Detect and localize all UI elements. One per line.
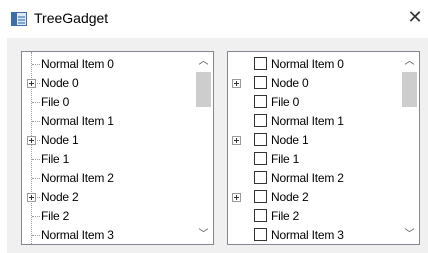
scroll-up-arrow-icon[interactable]: ︿ bbox=[194, 52, 213, 71]
scroll-thumb[interactable] bbox=[196, 72, 211, 107]
tree-connector-branch bbox=[32, 216, 40, 217]
tree-item[interactable]: Normal Item 2 bbox=[22, 169, 194, 188]
tree-items-right: Normal Item 0 Node 0 File 0 Normal Item 1 No… bbox=[228, 52, 400, 244]
tree-item[interactable]: Normal Item 2 bbox=[228, 169, 400, 188]
expand-plus-icon[interactable] bbox=[27, 79, 36, 88]
tree-item[interactable]: File 0 bbox=[228, 93, 400, 112]
item-checkbox[interactable] bbox=[254, 152, 267, 165]
expand-plus-icon[interactable] bbox=[232, 136, 241, 145]
scroll-thumb[interactable] bbox=[402, 72, 417, 107]
item-checkbox[interactable] bbox=[254, 209, 267, 222]
tree-connector-branch bbox=[37, 83, 40, 84]
tree-item-label: Node 2 bbox=[41, 190, 79, 204]
item-checkbox[interactable] bbox=[254, 133, 267, 146]
expand-plus-icon[interactable] bbox=[27, 136, 36, 145]
item-checkbox[interactable] bbox=[254, 190, 267, 203]
tree-item-label: Normal Item 0 bbox=[271, 57, 344, 71]
tree-connector-branch bbox=[32, 121, 40, 122]
tree-connector-branch bbox=[32, 178, 40, 179]
tree-node[interactable]: Node 1 bbox=[228, 131, 400, 150]
item-checkbox[interactable] bbox=[254, 76, 267, 89]
scroll-down-arrow-icon[interactable]: ﹀ bbox=[194, 225, 213, 244]
tree-item[interactable]: Normal Item 3 bbox=[22, 226, 194, 244]
item-checkbox[interactable] bbox=[254, 95, 267, 108]
app-window-icon bbox=[11, 12, 27, 26]
tree-item[interactable]: Normal Item 1 bbox=[22, 112, 194, 131]
close-button[interactable]: ✕ bbox=[404, 6, 426, 30]
tree-connector-branch bbox=[32, 159, 40, 160]
tree-item-label: File 1 bbox=[271, 152, 300, 166]
scroll-up-arrow-icon[interactable]: ︿ bbox=[400, 52, 419, 71]
tree-node[interactable]: Node 0 bbox=[22, 74, 194, 93]
tree-connector-branch bbox=[32, 102, 40, 103]
tree-item[interactable]: File 1 bbox=[228, 150, 400, 169]
tree-item-label: File 0 bbox=[41, 95, 70, 109]
item-checkbox[interactable] bbox=[254, 171, 267, 184]
tree-connector-branch bbox=[37, 197, 40, 198]
tree-node[interactable]: Node 1 bbox=[22, 131, 194, 150]
tree-gadget-right[interactable]: Normal Item 0 Node 0 File 0 Normal Item 1 No… bbox=[227, 51, 420, 245]
tree-item-label: Node 0 bbox=[271, 76, 309, 90]
tree-connector-branch bbox=[37, 140, 40, 141]
tree-connector-branch bbox=[32, 235, 40, 236]
tree-node[interactable]: Node 2 bbox=[22, 188, 194, 207]
expand-plus-icon[interactable] bbox=[232, 79, 241, 88]
expand-plus-icon[interactable] bbox=[232, 193, 241, 202]
item-checkbox[interactable] bbox=[254, 114, 267, 127]
tree-item-label: File 1 bbox=[41, 152, 70, 166]
tree-item[interactable]: Normal Item 1 bbox=[228, 112, 400, 131]
tree-node[interactable]: Node 0 bbox=[228, 74, 400, 93]
client-area: Normal Item 0 Node 0 File 0 Normal Item 1 No… bbox=[7, 38, 428, 253]
vertical-scrollbar-right[interactable]: ︿ ﹀ bbox=[400, 52, 419, 244]
tree-item-label: Node 2 bbox=[271, 190, 309, 204]
item-checkbox[interactable] bbox=[254, 57, 267, 70]
window-title: TreeGadget bbox=[34, 10, 109, 26]
title-bar[interactable]: TreeGadget ✕ bbox=[0, 0, 428, 38]
tree-item-label: Normal Item 2 bbox=[41, 171, 114, 185]
item-checkbox[interactable] bbox=[254, 228, 267, 241]
tree-item[interactable]: File 2 bbox=[22, 207, 194, 226]
vertical-scrollbar-left[interactable]: ︿ ﹀ bbox=[194, 52, 213, 244]
tree-item[interactable]: Normal Item 0 bbox=[228, 55, 400, 74]
tree-node[interactable]: Node 2 bbox=[228, 188, 400, 207]
tree-item-label: File 2 bbox=[271, 209, 300, 223]
tree-item[interactable]: File 2 bbox=[228, 207, 400, 226]
tree-gadget-window: TreeGadget ✕ Normal Item 0 Node 0 File 0 No… bbox=[0, 0, 428, 253]
tree-item-label: Normal Item 1 bbox=[271, 114, 344, 128]
tree-item[interactable]: Normal Item 0 bbox=[22, 55, 194, 74]
tree-items-left: Normal Item 0 Node 0 File 0 Normal Item 1 No… bbox=[22, 52, 194, 244]
tree-item-label: Node 0 bbox=[41, 76, 79, 90]
tree-item-label: Node 1 bbox=[271, 133, 309, 147]
tree-item-label: File 0 bbox=[271, 95, 300, 109]
tree-item-label: Normal Item 2 bbox=[271, 171, 344, 185]
scroll-down-arrow-icon[interactable]: ﹀ bbox=[400, 225, 419, 244]
tree-item-label: Normal Item 1 bbox=[41, 114, 114, 128]
tree-item-label: Node 1 bbox=[41, 133, 79, 147]
tree-item[interactable]: Normal Item 3 bbox=[228, 226, 400, 244]
tree-item[interactable]: File 0 bbox=[22, 93, 194, 112]
expand-plus-icon[interactable] bbox=[27, 193, 36, 202]
tree-item[interactable]: File 1 bbox=[22, 150, 194, 169]
tree-item-label: Normal Item 3 bbox=[271, 228, 344, 242]
tree-gadget-left[interactable]: Normal Item 0 Node 0 File 0 Normal Item 1 No… bbox=[21, 51, 214, 245]
tree-connector-branch bbox=[32, 64, 40, 65]
tree-item-label: File 2 bbox=[41, 209, 70, 223]
tree-item-label: Normal Item 3 bbox=[41, 228, 114, 242]
tree-item-label: Normal Item 0 bbox=[41, 57, 114, 71]
